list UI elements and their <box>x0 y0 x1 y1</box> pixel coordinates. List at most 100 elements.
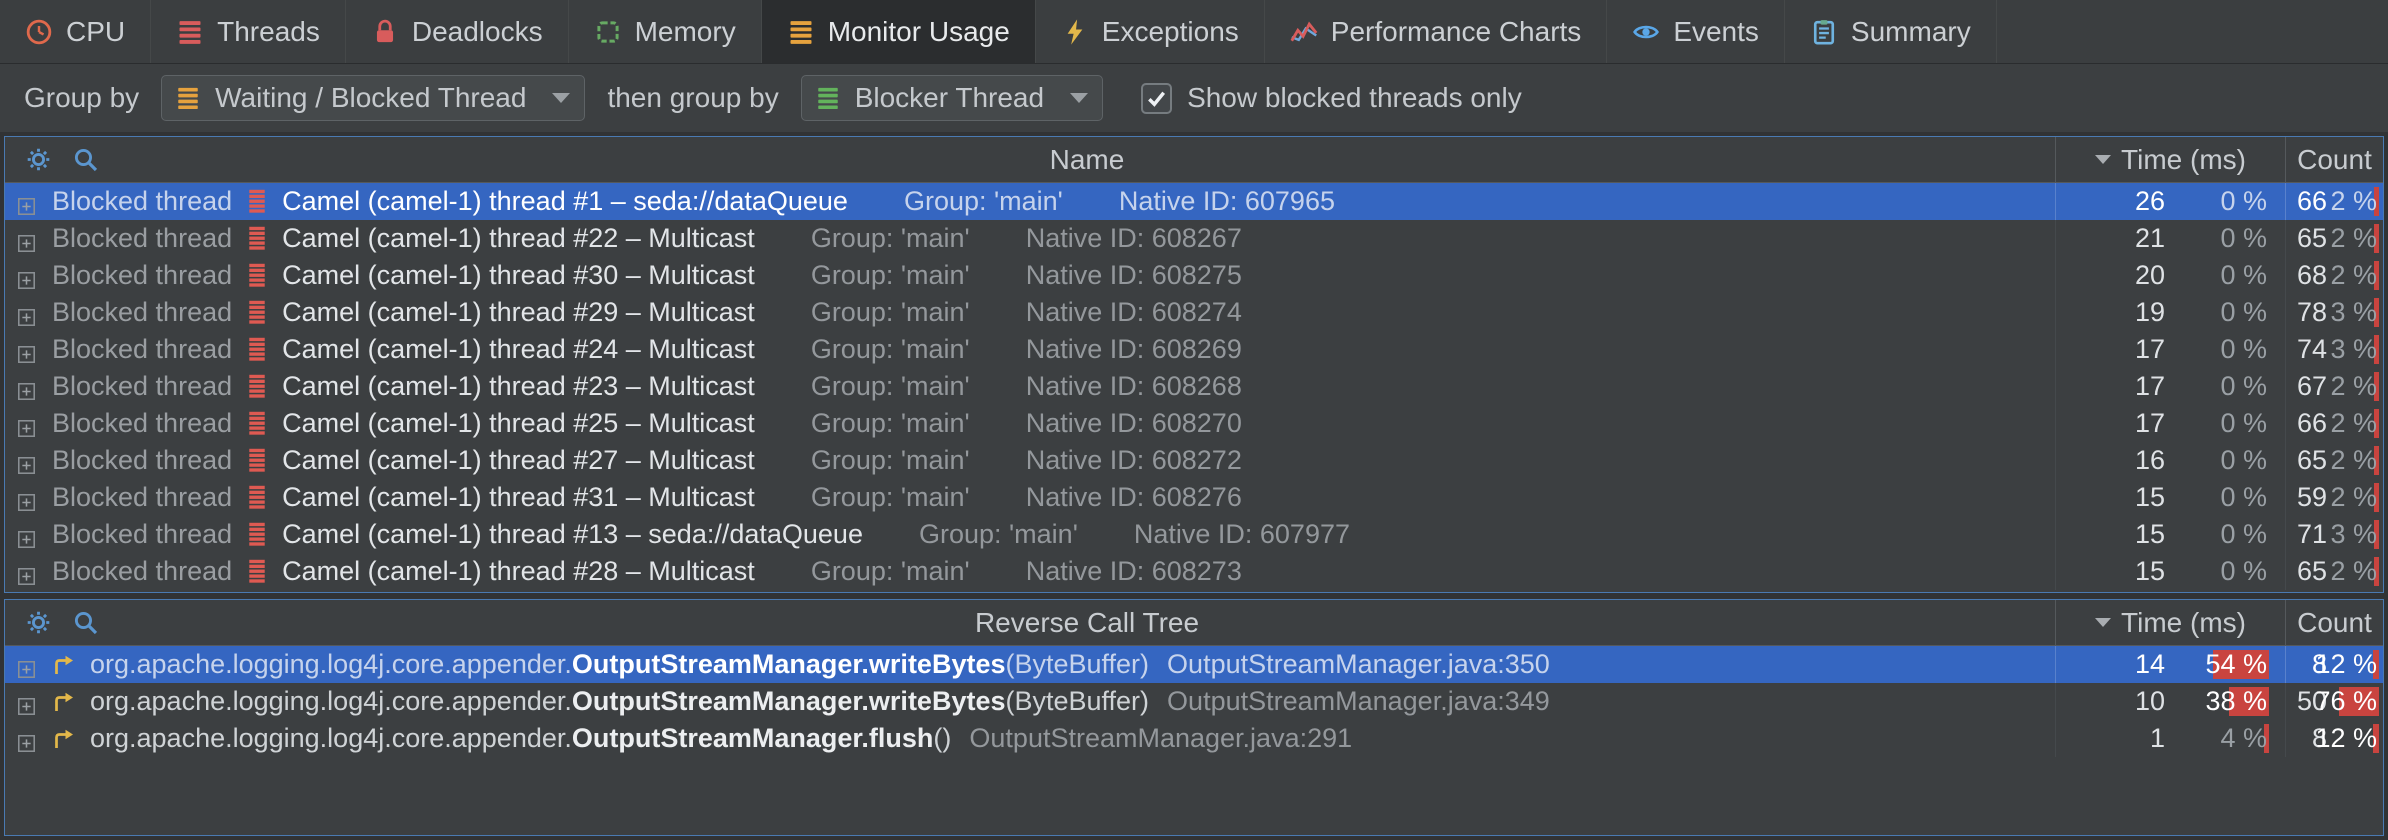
expand-icon[interactable] <box>17 488 36 507</box>
tab-label: Events <box>1673 16 1759 48</box>
blocked-thread-kind: Blocked thread <box>52 223 232 254</box>
count-pct: 2 % <box>2330 260 2379 291</box>
expand-icon[interactable] <box>17 525 36 544</box>
time-pct-cell: 0 % <box>2165 294 2269 331</box>
cpu-icon <box>25 18 53 46</box>
tab-memory[interactable]: Memory <box>569 0 762 63</box>
count-cell: 66 2 % <box>2285 183 2383 220</box>
call-tree-row[interactable]: org.apache.logging.log4j.core.appender.O… <box>5 646 2383 683</box>
expand-icon[interactable] <box>17 303 36 322</box>
time-value: 19 <box>2056 297 2165 328</box>
thread-row[interactable]: Blocked thread Camel (camel-1) thread #1… <box>5 516 2383 553</box>
thread-name: Camel (camel-1) thread #27 – Multicast <box>282 445 755 476</box>
tab-cpu[interactable]: CPU <box>0 0 151 63</box>
count-pct: 3 % <box>2330 334 2379 365</box>
column-header-time[interactable]: Time (ms) <box>2055 600 2285 645</box>
show-blocked-checkbox[interactable] <box>1141 83 1172 114</box>
expand-icon[interactable] <box>17 340 36 359</box>
expand-icon[interactable] <box>17 562 36 581</box>
count-pct-cell: 2 % <box>2327 442 2379 479</box>
show-blocked-checkbox-wrap[interactable]: Show blocked threads only <box>1141 82 1522 114</box>
thread-row[interactable]: Blocked thread Camel (camel-1) thread #2… <box>5 442 2383 479</box>
count-cell: 65 2 % <box>2285 553 2383 590</box>
tab-summary[interactable]: Summary <box>1785 0 1997 63</box>
count-cell: 74 3 % <box>2285 331 2383 368</box>
thread-name: Camel (camel-1) thread #30 – Multicast <box>282 260 755 291</box>
thread-row-label: Blocked thread Camel (camel-1) thread #2… <box>52 371 2055 402</box>
time-value: 26 <box>2056 186 2165 217</box>
thread-name: Camel (camel-1) thread #28 – Multicast <box>282 556 755 587</box>
tab-label: Memory <box>635 16 736 48</box>
thread-row[interactable]: Blocked thread Camel (camel-1) thread #2… <box>5 294 2383 331</box>
time-cell: 15 0 % <box>2055 553 2285 590</box>
expand-icon[interactable] <box>17 192 36 211</box>
count-cell: 65 2 % <box>2285 220 2383 257</box>
time-pct-cell: 0 % <box>2165 331 2269 368</box>
tab-deadlocks[interactable]: Deadlocks <box>346 0 569 63</box>
time-cell: 21 0 % <box>2055 220 2285 257</box>
time-pct: 0 % <box>2220 186 2269 217</box>
column-header-count[interactable]: Count <box>2285 600 2383 645</box>
call-tree-row[interactable]: org.apache.logging.log4j.core.appender.O… <box>5 683 2383 720</box>
count-pct-cell: 12 % <box>2327 646 2379 683</box>
count-pct: 3 % <box>2330 297 2379 328</box>
blocked-thread-kind: Blocked thread <box>52 260 232 291</box>
thread-name: Camel (camel-1) thread #24 – Multicast <box>282 334 755 365</box>
thread-row-label: Blocked thread Camel (camel-1) thread #1… <box>52 186 2055 217</box>
source-location: OutputStreamManager.java:349 <box>1167 686 1550 717</box>
thread-name: Camel (camel-1) thread #13 – seda://data… <box>282 519 863 550</box>
time-pct: 4 % <box>2220 723 2269 754</box>
thread-row[interactable]: Blocked thread Camel (camel-1) thread #1… <box>5 183 2383 220</box>
count-value: 66 <box>2286 186 2327 217</box>
chevron-down-icon <box>1070 93 1088 103</box>
gear-icon[interactable] <box>25 609 52 636</box>
tab-threads[interactable]: Threads <box>151 0 346 63</box>
thread-row[interactable]: Blocked thread Camel (camel-1) thread #3… <box>5 257 2383 294</box>
count-value: 66 <box>2286 408 2327 439</box>
thread-icon <box>248 226 266 252</box>
time-pct: 0 % <box>2220 334 2269 365</box>
thread-row[interactable]: Blocked thread Camel (camel-1) thread #2… <box>5 331 2383 368</box>
call-tree-row[interactable]: org.apache.logging.log4j.core.appender.O… <box>5 720 2383 757</box>
time-value: 20 <box>2056 260 2165 291</box>
time-pct: 0 % <box>2220 519 2269 550</box>
time-pct: 0 % <box>2220 556 2269 587</box>
expand-icon[interactable] <box>17 655 36 674</box>
thread-row[interactable]: Blocked thread Camel (camel-1) thread #3… <box>5 479 2383 516</box>
expand-icon[interactable] <box>17 729 36 748</box>
expand-icon[interactable] <box>17 451 36 470</box>
tab-performance-charts[interactable]: Performance Charts <box>1265 0 1608 63</box>
tab-monitor-usage[interactable]: Monitor Usage <box>762 0 1036 63</box>
call-tree-title: Reverse Call Tree <box>119 607 2055 639</box>
tab-events[interactable]: Events <box>1607 0 1785 63</box>
gear-icon[interactable] <box>25 146 52 173</box>
then-group-by-label: then group by <box>607 82 778 114</box>
expand-icon[interactable] <box>17 414 36 433</box>
column-header-time[interactable]: Time (ms) <box>2055 137 2285 182</box>
time-value: 14 <box>2056 649 2165 680</box>
search-icon[interactable] <box>72 146 99 173</box>
thread-row[interactable]: Blocked thread Camel (camel-1) thread #2… <box>5 220 2383 257</box>
time-cell: 17 0 % <box>2055 331 2285 368</box>
expand-icon[interactable] <box>17 377 36 396</box>
time-pct-cell: 0 % <box>2165 405 2269 442</box>
time-pct: 0 % <box>2220 297 2269 328</box>
search-icon[interactable] <box>72 609 99 636</box>
time-pct-cell: 4 % <box>2165 720 2269 757</box>
time-value: 17 <box>2056 408 2165 439</box>
thread-row[interactable]: Blocked thread Camel (camel-1) thread #2… <box>5 405 2383 442</box>
column-header-name[interactable]: Name <box>119 144 2055 176</box>
threads-table-header: Name Time (ms) Count <box>5 137 2383 183</box>
thread-row[interactable]: Blocked thread Camel (camel-1) thread #2… <box>5 368 2383 405</box>
time-cell: 15 0 % <box>2055 516 2285 553</box>
expand-icon[interactable] <box>17 266 36 285</box>
group-by-dropdown[interactable]: Waiting / Blocked Thread <box>161 75 585 121</box>
column-header-count[interactable]: Count <box>2285 137 2383 182</box>
expand-icon[interactable] <box>17 229 36 248</box>
then-group-by-dropdown[interactable]: Blocker Thread <box>801 75 1103 121</box>
expand-icon[interactable] <box>17 692 36 711</box>
tab-exceptions[interactable]: Exceptions <box>1036 0 1265 63</box>
time-value: 10 <box>2056 686 2165 717</box>
count-pct-cell: 2 % <box>2327 405 2379 442</box>
thread-row[interactable]: Blocked thread Camel (camel-1) thread #2… <box>5 553 2383 590</box>
